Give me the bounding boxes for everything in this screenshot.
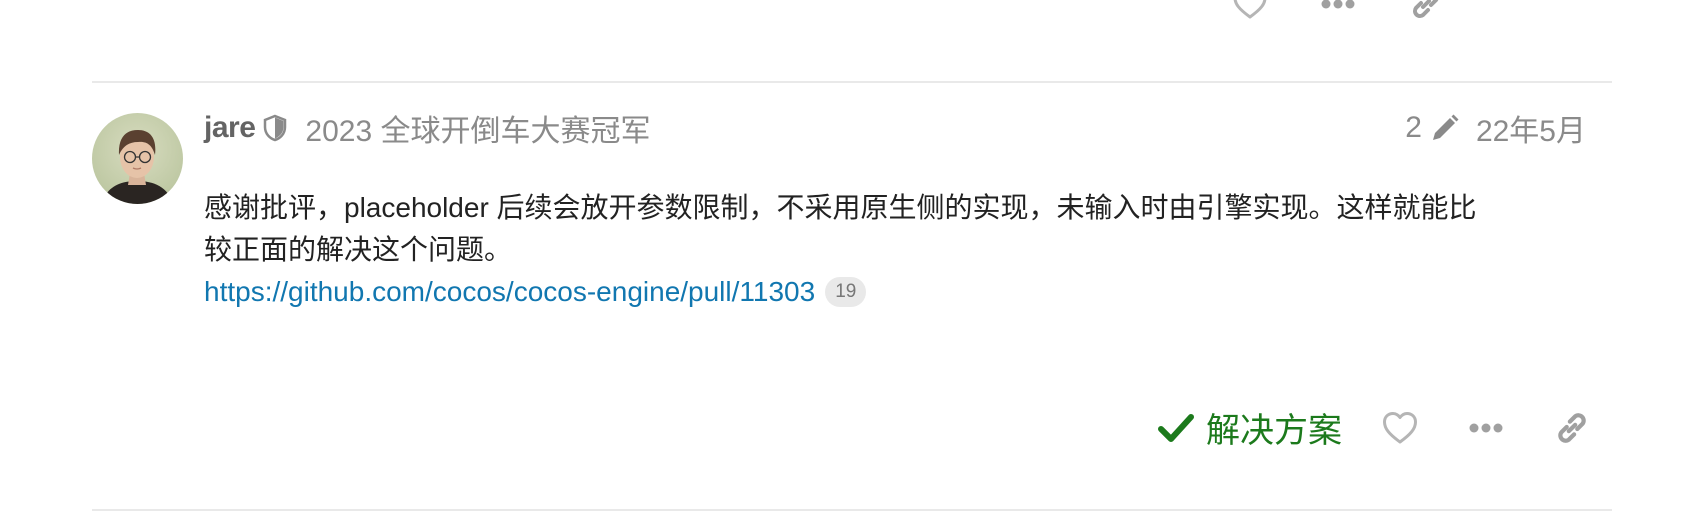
link-icon	[1413, 0, 1439, 18]
solution-button[interactable]: 解决方案	[1158, 403, 1342, 452]
share-button[interactable]	[1408, 0, 1444, 22]
post-divider	[92, 81, 1612, 83]
link-row: https://github.com/cocos/cocos-engine/pu…	[204, 271, 1594, 313]
username[interactable]: jare	[204, 111, 256, 145]
post-body: 感谢批评，placeholder 后续会放开参数限制，不采用原生侧的实现，未输入…	[204, 187, 1594, 313]
solution-label: 解决方案	[1206, 412, 1342, 450]
share-button[interactable]	[1552, 408, 1592, 448]
link-icon	[1558, 412, 1586, 443]
post-text-line: 较正面的解决这个问题。	[204, 234, 513, 265]
more-button[interactable]	[1466, 408, 1506, 448]
avatar[interactable]	[92, 113, 183, 204]
ellipsis-icon	[1321, 0, 1355, 9]
ellipsis-icon	[1469, 423, 1503, 432]
check-icon	[1158, 410, 1194, 446]
post-actions: 解决方案	[1158, 403, 1592, 452]
link-click-count: 19	[825, 277, 867, 307]
user-title: 2023 全球开倒车大赛冠军	[305, 115, 651, 148]
post-text-line: 感谢批评，placeholder 后续会放开参数限制，不采用原生侧的实现，未输入…	[204, 192, 1477, 223]
like-button[interactable]	[1380, 408, 1420, 448]
topic-page: jare 2023 全球开倒车大赛冠军 2 22年5月 感谢批评，placeho…	[0, 0, 1702, 512]
post-date[interactable]: 22年5月	[1476, 106, 1586, 150]
heart-icon	[1233, 0, 1267, 19]
post-link[interactable]: https://github.com/cocos/cocos-engine/pu…	[204, 271, 815, 313]
heart-icon	[1383, 411, 1417, 443]
previous-post-actions	[1232, 0, 1444, 22]
shield-icon	[263, 113, 289, 143]
edit-count[interactable]: 2	[1405, 111, 1422, 145]
post-divider	[92, 509, 1612, 511]
post-meta: jare 2023 全球开倒车大赛冠军	[204, 108, 650, 148]
avatar-image	[102, 130, 173, 204]
more-button[interactable]	[1320, 0, 1356, 22]
post-info: 2 22年5月	[1405, 108, 1586, 148]
pencil-icon[interactable]	[1430, 112, 1462, 144]
like-button[interactable]	[1232, 0, 1268, 22]
